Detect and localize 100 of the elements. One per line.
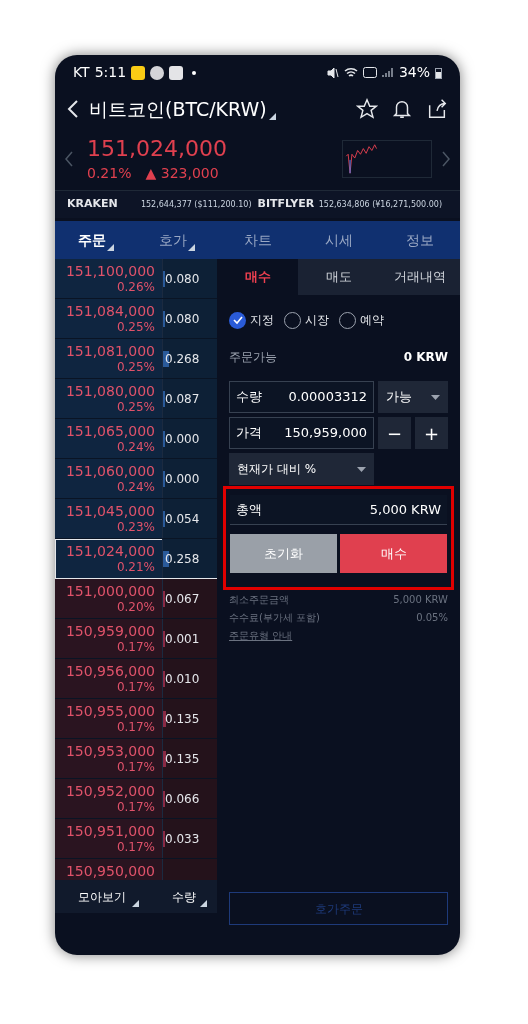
quantity-option-dropdown[interactable]: 가능: [378, 381, 448, 413]
orderbook-price-cell[interactable]: 151,024,000 0.21%: [55, 539, 162, 578]
buy-button[interactable]: 매수: [340, 534, 447, 573]
orderbook-price-cell[interactable]: 150,952,000 0.17%: [55, 779, 162, 818]
orderbook-quantity: 0.080: [164, 270, 200, 288]
nav-tab[interactable]: 주문: [55, 221, 136, 259]
orderbook-price-cell[interactable]: 150,956,000 0.17%: [55, 659, 162, 698]
orderbook-quantity: 0.268: [164, 350, 200, 368]
orderbook-price: 151,065,000: [65, 423, 155, 439]
back-icon[interactable]: [67, 99, 79, 119]
available-label: 주문가능: [229, 349, 277, 366]
price-field[interactable]: 가격 150,959,000: [229, 417, 374, 449]
order-type-radio[interactable]: [229, 311, 246, 329]
orderbook-price: 150,955,000: [65, 703, 155, 719]
orderbook-quantity: 0.000: [164, 470, 200, 488]
info-value: 5,000 KRW: [393, 593, 448, 607]
increase-button[interactable]: +: [415, 417, 448, 449]
orderbook-price-cell[interactable]: 150,955,000 0.17%: [55, 699, 162, 738]
orderbook-price: 151,084,000: [65, 303, 155, 319]
app-notification-icon: [131, 65, 146, 80]
orderbook-price: 151,000,000: [65, 583, 155, 599]
orderbook-percent: 0.17%: [116, 799, 155, 815]
orderbook-percent: 0.25%: [116, 359, 155, 375]
quantity-field[interactable]: 수량 0.00003312: [229, 381, 374, 413]
share-icon[interactable]: [426, 98, 448, 120]
orderbook-price: 151,100,000: [65, 263, 155, 279]
orderbook-quantity: 0.080: [164, 310, 200, 328]
info-label: 최소주문금액: [229, 593, 289, 607]
info-label: 수수료(부가세 포함): [229, 611, 320, 625]
orderbook-price-cell[interactable]: 151,000,000 0.20%: [55, 579, 162, 618]
orderbook-price: 151,024,000: [65, 543, 155, 559]
orderbook-price-cell[interactable]: 151,081,000 0.25%: [55, 339, 162, 378]
orderbook-price-cell[interactable]: 151,084,000 0.25%: [55, 299, 162, 338]
orderbook-price: 151,081,000: [65, 343, 155, 359]
orderbook-price-cell[interactable]: 151,080,000 0.25%: [55, 379, 162, 418]
orderbook-quantity: 0.067: [164, 590, 200, 608]
order-tab[interactable]: 거래내역: [379, 259, 460, 295]
orderbook-price-cell[interactable]: 151,045,000 0.23%: [55, 499, 162, 538]
nav-tab[interactable]: 차트: [217, 221, 298, 259]
orderbook-price: 150,950,000: [65, 863, 155, 879]
field-label: 가격: [236, 424, 262, 443]
orderbook-price: 151,080,000: [65, 383, 155, 399]
nav-tab[interactable]: 시세: [298, 221, 379, 259]
order-type-guide-link[interactable]: 주문유형 안내: [229, 628, 448, 643]
status-time: 5:11: [94, 63, 127, 82]
current-price: 151,024,000: [87, 134, 227, 163]
orderbook-quantity: 0.135: [164, 750, 200, 768]
orderbook-quantity: 0.066: [164, 790, 200, 808]
orderbook-price-cell[interactable]: 150,953,000 0.17%: [55, 739, 162, 778]
orderbook-percent: 0.17%: [116, 839, 155, 855]
orderbook-price: 150,956,000: [65, 663, 155, 679]
orderbook-price: 151,045,000: [65, 503, 155, 519]
corner-caret-icon: [132, 900, 139, 907]
info-value: 0.05%: [416, 611, 448, 625]
corner-caret-icon: [268, 113, 276, 120]
orderbook-price: 150,953,000: [65, 743, 155, 759]
coin-title[interactable]: 비트코인(BTC/KRW): [89, 94, 267, 124]
decrease-button[interactable]: −: [378, 417, 411, 449]
orderbook-price-cell[interactable]: 151,065,000 0.24%: [55, 419, 162, 458]
exchange-name: KRAKEN: [67, 196, 118, 213]
orderbook-price-cell[interactable]: 150,951,000 0.17%: [55, 819, 162, 858]
star-icon[interactable]: [356, 98, 378, 120]
orderbook-price-cell[interactable]: 150,959,000 0.17%: [55, 619, 162, 658]
order-type-label: 시장: [305, 312, 329, 329]
orderbook-quantity: 0.258: [164, 550, 200, 568]
signal-icon: [381, 67, 394, 78]
orderbook-percent: 0.17%: [116, 759, 155, 775]
orderbook-quantity: 0.054: [164, 510, 200, 528]
orderbook-percent: 0.20%: [116, 599, 155, 615]
dropdown-triangle-icon: [431, 394, 440, 400]
percent-dropdown[interactable]: 현재가 대비 %: [229, 453, 374, 485]
exchange-name: BITFLYER: [257, 196, 315, 213]
wifi-icon: [343, 66, 358, 79]
orderbook-percent: 0.26%: [116, 279, 155, 295]
status-carrier: KT: [73, 63, 90, 82]
chevron-right-icon[interactable]: [442, 151, 450, 167]
orderbook-percent: 0.17%: [116, 679, 155, 695]
nav-tab[interactable]: 호가: [136, 221, 217, 259]
nav-tab[interactable]: 정보: [379, 221, 460, 259]
order-type-label: 예약: [360, 312, 384, 329]
orderbook-price-cell[interactable]: 151,060,000 0.24%: [55, 459, 162, 498]
orderbook-quantity: 0.033: [164, 830, 200, 848]
orderbook-percent: 0.24%: [116, 439, 155, 455]
orderbook-quantity: 0.087: [164, 390, 200, 408]
orderbook-percent: 0.25%: [116, 319, 155, 335]
corner-caret-icon: [200, 900, 207, 907]
field-value: 150,959,000: [284, 424, 367, 443]
orderbook-quantity: 0.001: [164, 630, 200, 648]
chevron-left-icon[interactable]: [65, 151, 73, 167]
orderbook-price-cell[interactable]: 151,100,000 0.26%: [55, 259, 162, 298]
total-field[interactable]: 총액 5,000 KRW: [230, 495, 447, 525]
exchange-price: 152,634,806 (¥16,271,500.00): [318, 198, 442, 211]
battery-percent: 34%: [398, 63, 430, 82]
orderbook-quantity: 0.000: [164, 430, 200, 448]
order-tab[interactable]: 매도: [298, 259, 379, 295]
bell-icon[interactable]: [391, 98, 413, 120]
dropdown-triangle-icon: [357, 466, 366, 472]
quantity-dropdown[interactable]: 수량: [162, 880, 217, 913]
orderbook-price-cell[interactable]: 150,950,000: [55, 859, 162, 880]
group-view-dropdown[interactable]: 모아보기: [55, 880, 162, 913]
